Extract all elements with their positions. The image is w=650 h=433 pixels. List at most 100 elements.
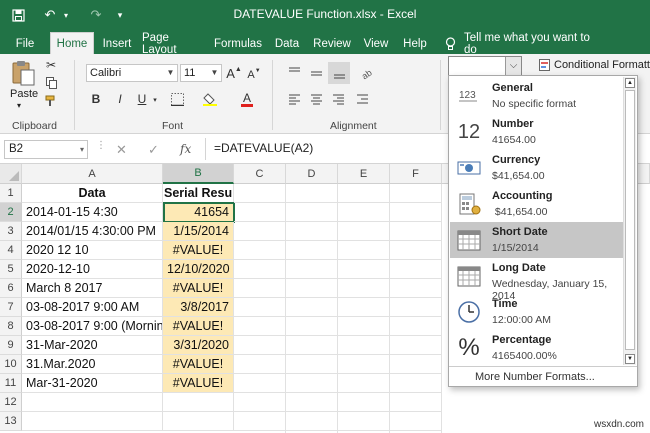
tell-me-search[interactable]: Tell me what you want to do [464,32,604,56]
select-all-corner[interactable] [0,164,22,184]
cell-a3[interactable]: 2014/01/15 4:30:00 PM [22,222,163,241]
tab-review[interactable]: Review [312,34,352,54]
name-box[interactable]: B2 ▾ [4,140,88,159]
italic-button[interactable]: I [112,90,128,108]
tab-home[interactable]: Home [50,32,94,54]
cell-a13[interactable] [22,412,163,431]
orientation-icon[interactable]: ab [358,64,378,82]
borders-icon[interactable] [166,90,188,108]
conditional-formatting-button[interactable]: Conditional Formatting [554,59,650,71]
row-header[interactable]: 3 [0,222,22,241]
chevron-down-icon[interactable]: ▾ [150,92,160,108]
cell-a9[interactable]: 31-Mar-2020 [22,336,163,355]
cell-a2[interactable]: 2014-01-15 4:30 [22,203,163,222]
format-option-percentage[interactable]: % Percentage 4165400.00% [450,330,624,366]
cell-a12[interactable] [22,393,163,412]
column-header-c[interactable]: C [234,164,286,184]
row-header[interactable]: 6 [0,279,22,298]
align-top-icon[interactable] [284,64,304,82]
cut-icon[interactable]: ✂ [44,58,58,72]
cell-a7[interactable]: 03-08-2017 9:00 AM [22,298,163,317]
cell-a8[interactable]: 03-08-2017 9:00 (Morning) [22,317,163,336]
cell-b8[interactable]: #VALUE! [163,317,234,336]
scroll-up-icon[interactable]: ▲ [625,78,635,88]
cell-b12[interactable] [163,393,234,412]
format-option-currency[interactable]: Currency $41,654.00 [450,150,624,186]
cell-b2-active[interactable]: 41654 [163,202,235,223]
tab-file[interactable]: File [8,34,42,54]
row-header[interactable]: 5 [0,260,22,279]
paste-label[interactable]: Paste [10,88,38,100]
cell-b6[interactable]: #VALUE! [163,279,234,298]
row-header[interactable]: 8 [0,317,22,336]
align-middle-icon[interactable] [306,64,326,82]
align-left-icon[interactable] [284,90,304,108]
cell-b13[interactable] [163,412,234,431]
conditional-formatting-icon[interactable] [538,58,550,72]
chevron-down-icon[interactable]: ▼ [208,65,221,81]
cancel-icon[interactable]: ✕ [116,142,127,158]
row-header[interactable]: 12 [0,393,22,412]
tab-formulas[interactable]: Formulas [214,34,262,54]
grow-font-button[interactable]: A ▲ [226,64,242,82]
empty-cells[interactable] [234,184,442,433]
chevron-down-icon[interactable]: ▼ [164,65,177,81]
font-name-combo[interactable]: Calibri ▼ [86,64,178,82]
dropdown-scrollbar[interactable]: ▲ ▼ [623,77,636,365]
column-header-b[interactable]: B [163,164,234,184]
format-option-short-date[interactable]: Short Date 1/15/2014 [450,222,624,258]
format-option-general[interactable]: 123 General No specific format [450,78,624,114]
number-format-combo[interactable]: ⌵ [448,56,522,76]
cell-a1[interactable]: Data [22,184,163,203]
underline-button[interactable]: U [134,90,150,108]
chevron-down-icon[interactable]: ⌵ [505,57,521,75]
font-color-button[interactable]: A [238,90,256,108]
row-header[interactable]: 2 [0,203,22,222]
row-header[interactable]: 13 [0,412,22,431]
cell-b9[interactable]: 3/31/2020 [163,336,234,355]
cell-a5[interactable]: 2020-12-10 [22,260,163,279]
enter-icon[interactable]: ✓ [148,142,159,158]
fill-color-icon[interactable] [200,90,220,108]
cell-a11[interactable]: Mar-31-2020 [22,374,163,393]
row-header[interactable]: 7 [0,298,22,317]
cell-b5[interactable]: 12/10/2020 [163,260,234,279]
tab-help[interactable]: Help [400,34,430,54]
chevron-down-icon[interactable]: ▾ [80,141,84,158]
row-header[interactable]: 9 [0,336,22,355]
format-option-time[interactable]: Time 12:00:00 AM [450,294,624,330]
tab-insert[interactable]: Insert [98,34,136,54]
align-right-icon[interactable] [328,90,348,108]
font-size-combo[interactable]: 11 ▼ [180,64,222,82]
format-painter-icon[interactable] [44,94,58,108]
cell-b10[interactable]: #VALUE! [163,355,234,374]
tab-data[interactable]: Data [272,34,302,54]
tab-page-layout[interactable]: Page Layout [142,32,206,56]
cell-a4[interactable]: 2020 12 10 [22,241,163,260]
format-option-number[interactable]: 12 Number 41654.00 [450,114,624,150]
more-number-formats-link[interactable]: More Number Formats... [449,366,637,386]
format-option-long-date[interactable]: Long Date Wednesday, January 15, 2014 [450,258,624,302]
shrink-font-button[interactable]: A ▼ [246,66,262,84]
row-header[interactable]: 4 [0,241,22,260]
align-bottom-icon[interactable] [328,62,350,84]
indent-icon[interactable] [352,90,372,108]
tab-view[interactable]: View [360,34,392,54]
row-header[interactable]: 11 [0,374,22,393]
format-option-accounting[interactable]: Accounting $41,654.00 [450,186,624,222]
cell-a10[interactable]: 31.Mar.2020 [22,355,163,374]
column-header-f[interactable]: F [390,164,442,184]
paste-dropdown-icon[interactable]: ▾ [17,101,21,110]
cell-b4[interactable]: #VALUE! [163,241,234,260]
copy-icon[interactable] [44,76,58,90]
column-header-d[interactable]: D [286,164,338,184]
cell-b3[interactable]: 1/15/2014 [163,222,234,241]
column-header-a[interactable]: A [22,164,163,184]
scroll-thumb[interactable] [625,90,635,350]
cell-a6[interactable]: March 8 2017 [22,279,163,298]
scroll-down-icon[interactable]: ▼ [625,354,635,364]
bold-button[interactable]: B [88,90,104,108]
cell-b11[interactable]: #VALUE! [163,374,234,393]
row-header[interactable]: 1 [0,184,22,203]
row-header[interactable]: 10 [0,355,22,374]
